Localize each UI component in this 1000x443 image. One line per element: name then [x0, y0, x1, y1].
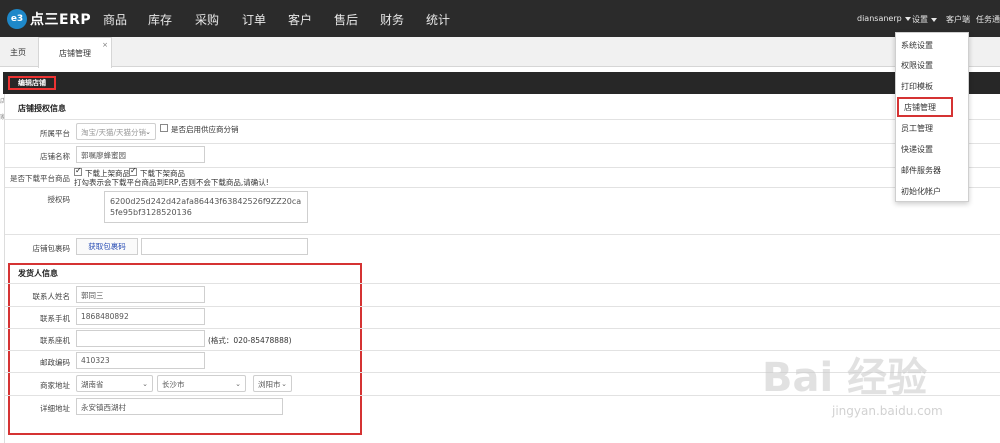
chevron-down-icon	[904, 16, 911, 21]
nav-item-purchase[interactable]: 采购	[195, 11, 219, 28]
menu-item-express-settings[interactable]: 快递设置	[896, 139, 968, 159]
nav-item-after-sales[interactable]: 售后	[334, 11, 358, 28]
zip-input[interactable]: 410323	[76, 352, 205, 369]
chevron-down-icon: ⌄	[145, 128, 151, 136]
divider	[5, 143, 1000, 144]
tab-home[interactable]: 主页	[0, 37, 36, 67]
nav-item-customers[interactable]: 客户	[288, 11, 312, 28]
task-notice-link[interactable]: 任务通知	[976, 14, 1000, 25]
province-value: 湖南省	[81, 380, 104, 389]
app-logo[interactable]: e3 点三ERP	[7, 9, 91, 29]
edit-shop-header: 编辑店铺	[3, 72, 1000, 94]
baidu-watermark: Bai 经验	[762, 355, 928, 401]
app-name: 点三ERP	[30, 12, 92, 28]
zip-label: 邮政编码	[40, 358, 70, 367]
platform-value: 淘宝/天猫/天猫分销	[81, 128, 147, 137]
auth-code-label: 授权码	[47, 195, 71, 204]
nav-item-products[interactable]: 商品	[103, 11, 127, 28]
divider	[5, 306, 1000, 307]
shop-name-input[interactable]: 郭嘱廖蜂蜜园	[76, 146, 205, 163]
left-edge-strip: 店 家	[0, 94, 5, 443]
province-select[interactable]: 湖南省 ⌄	[76, 375, 153, 392]
chevron-down-icon: ⌄	[142, 380, 148, 388]
divider	[5, 187, 1000, 188]
city-value: 长沙市	[162, 380, 185, 389]
chevron-down-icon: ⌄	[235, 380, 241, 388]
nav-item-stats[interactable]: 统计	[426, 11, 450, 28]
download-products-label: 是否下载平台商品	[10, 174, 70, 183]
download-off-shelf-checkbox[interactable]	[129, 166, 137, 176]
city-select[interactable]: 长沙市 ⌄	[157, 375, 246, 392]
contact-name-label: 联系人姓名	[32, 292, 71, 301]
logo-icon: e3	[7, 9, 27, 29]
chevron-down-icon: ⌄	[281, 380, 287, 388]
nav-item-inventory[interactable]: 库存	[148, 11, 172, 28]
close-icon[interactable]: ×	[102, 41, 108, 49]
district-select[interactable]: 浏阳市 ⌄	[253, 375, 292, 392]
menu-item-init-account[interactable]: 初始化帐户	[896, 181, 968, 201]
client-link[interactable]: 客户端	[946, 14, 970, 25]
divider	[5, 283, 1000, 284]
settings-menu-toggle[interactable]: 设置	[912, 14, 937, 25]
landline-format-hint: (格式：020-85478888)	[208, 336, 292, 345]
auth-section-title: 店铺授权信息	[18, 104, 66, 113]
contact-name-input[interactable]: 郭同三	[76, 286, 205, 303]
edge-mark: 店	[0, 98, 4, 105]
landline-input[interactable]	[76, 330, 205, 347]
auth-code-textarea[interactable]: 6200d25d242d42afa86443f63842526f9ZZ20ca5…	[104, 191, 308, 223]
page-tabs: 主页 店铺管理 ×	[0, 37, 1000, 68]
menu-item-mail-server[interactable]: 邮件服务器	[896, 160, 968, 180]
top-nav-bar: e3 点三ERP 商品 库存 采购 订单 客户 售后 财务 统计 diansan…	[0, 0, 1000, 37]
menu-item-system-settings[interactable]: 系统设置	[896, 35, 968, 55]
get-package-code-button[interactable]: 获取包裹码	[76, 238, 138, 255]
detail-address-input[interactable]: 永安镇西湖村	[76, 398, 283, 415]
mobile-input[interactable]: 1868480892	[76, 308, 205, 325]
package-code-label: 店铺包裹码	[32, 244, 71, 253]
address-label: 商家地址	[40, 381, 70, 390]
watermark-url: jingyan.baidu.com	[832, 404, 943, 418]
nav-item-orders[interactable]: 订单	[242, 11, 266, 28]
supplier-checkbox-label: 是否启用供应商分销	[171, 125, 239, 134]
nav-item-finance[interactable]: 财务	[380, 11, 404, 28]
menu-item-print-templates[interactable]: 打印模板	[896, 76, 968, 96]
shop-name-label: 店铺名称	[40, 152, 70, 161]
mobile-label: 联系手机	[40, 314, 70, 323]
chevron-down-icon	[931, 17, 937, 22]
menu-item-staff-management[interactable]: 员工管理	[896, 118, 968, 138]
settings-dropdown-menu: 系统设置 权限设置 打印模板 店铺管理 员工管理 快递设置 邮件服务器 初始化帐…	[895, 32, 969, 202]
sender-section-title: 发货人信息	[18, 269, 58, 278]
menu-item-permission-settings[interactable]: 权限设置	[896, 55, 968, 75]
detail-address-label: 详细地址	[40, 404, 70, 413]
settings-label: 设置	[912, 15, 928, 24]
platform-label: 所属平台	[40, 129, 70, 138]
landline-label: 联系座机	[40, 336, 70, 345]
menu-item-shop-management[interactable]: 店铺管理	[897, 97, 953, 117]
tab-shop-management[interactable]: 店铺管理 ×	[38, 37, 112, 68]
user-menu[interactable]: diansanerp	[857, 14, 911, 23]
platform-select[interactable]: 淘宝/天猫/天猫分销 ⌄	[76, 123, 156, 140]
divider	[5, 234, 1000, 235]
edit-shop-title: 编辑店铺	[8, 76, 56, 90]
district-value: 浏阳市	[258, 380, 281, 389]
download-on-shelf-checkbox[interactable]	[74, 166, 82, 176]
divider	[5, 119, 1000, 120]
tab-label: 店铺管理	[59, 48, 91, 58]
edge-mark: 家	[0, 114, 4, 121]
package-code-input[interactable]	[141, 238, 308, 255]
divider	[5, 328, 1000, 329]
username: diansanerp	[857, 14, 902, 23]
supplier-checkbox[interactable]	[160, 124, 168, 132]
